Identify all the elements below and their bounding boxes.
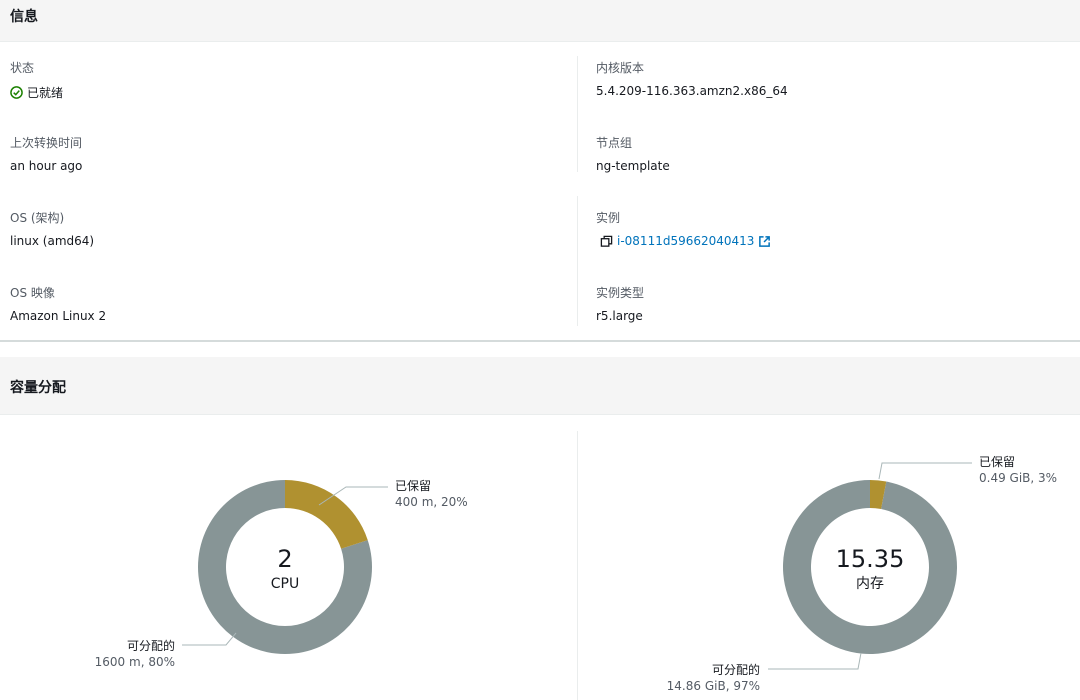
callout-line-allocatable — [182, 632, 237, 646]
os-arch-label: OS (架构) — [10, 211, 65, 225]
info-panel-title: 信息 — [10, 9, 38, 25]
last-transition-label: 上次转换时间 — [10, 136, 83, 150]
capacity-panel-header: 容量分配 — [0, 357, 1080, 415]
callout-detail-reserved: 0.49 GiB, 3% — [979, 471, 1057, 485]
chart-center-unit: 内存 — [856, 576, 884, 592]
check-circle-icon — [10, 86, 23, 99]
callout-detail-reserved: 400 m, 20% — [395, 495, 468, 509]
section-divider — [0, 340, 1080, 342]
status-field: 状态 已就绪 — [10, 59, 63, 101]
nodegroup-link[interactable]: ng-template — [596, 159, 670, 173]
os-image-value: Amazon Linux 2 — [10, 309, 107, 323]
chart-center-value: 15.35 — [836, 545, 905, 573]
callout-detail-allocatable: 1600 m, 80% — [95, 655, 175, 669]
info-panel-header: 信息 — [0, 0, 1080, 42]
callout-line-allocatable — [768, 652, 862, 670]
kernel-field: 内核版本 5.4.209-116.363.amzn2.x86_64 — [596, 59, 788, 98]
instance-field: 实例 i-08111d59662040413 — [596, 209, 771, 248]
callout-label-reserved: 已保留 — [979, 455, 1015, 469]
instance-type-field: 实例类型 r5.large — [596, 284, 644, 323]
status-label: 状态 — [10, 61, 35, 75]
status-value-row: 已就绪 — [10, 84, 63, 101]
callout-detail-allocatable: 14.86 GiB, 97% — [667, 679, 760, 693]
os-arch-field: OS (架构) linux (amd64) — [10, 209, 94, 248]
chart-center-value: 2 — [277, 545, 292, 573]
os-image-field: OS 映像 Amazon Linux 2 — [10, 284, 106, 323]
kernel-label: 内核版本 — [596, 61, 645, 75]
capacity-panel-title: 容量分配 — [10, 380, 66, 396]
nodegroup-field: 节点组 ng-template — [596, 134, 670, 173]
callout-label-allocatable: 可分配的 — [712, 662, 760, 677]
instance-type-value: r5.large — [596, 309, 643, 323]
column-divider — [577, 56, 578, 172]
memory-donut-chart: 15.35 内存 已保留 0.49 GiB, 3% 可分配的 14.86 GiB… — [667, 455, 1057, 693]
nodegroup-label: 节点组 — [596, 136, 633, 150]
external-link-icon[interactable] — [758, 235, 771, 248]
kernel-value: 5.4.209-116.363.amzn2.x86_64 — [596, 84, 788, 98]
chart-center-unit: CPU — [271, 576, 299, 592]
status-value: 已就绪 — [27, 86, 64, 100]
instance-link[interactable]: i-08111d59662040413 — [617, 234, 754, 248]
column-divider — [577, 196, 578, 326]
copy-icon[interactable] — [600, 235, 613, 248]
os-image-label: OS 映像 — [10, 286, 55, 300]
os-arch-value: linux (amd64) — [10, 234, 95, 248]
instance-type-label: 实例类型 — [596, 286, 645, 300]
last-transition-field: 上次转换时间 an hour ago — [10, 134, 82, 173]
instance-label: 实例 — [596, 211, 621, 225]
cpu-donut-chart: 2 CPU 已保留 400 m, 20% 可分配的 1600 m, 80% — [95, 479, 468, 669]
last-transition-value: an hour ago — [10, 159, 83, 173]
callout-label-reserved: 已保留 — [395, 479, 431, 493]
callout-line-reserved — [878, 462, 972, 480]
instance-value-row: i-08111d59662040413 — [596, 234, 771, 248]
slice-reserved[interactable] — [285, 480, 368, 549]
callout-label-allocatable: 可分配的 — [127, 638, 175, 653]
